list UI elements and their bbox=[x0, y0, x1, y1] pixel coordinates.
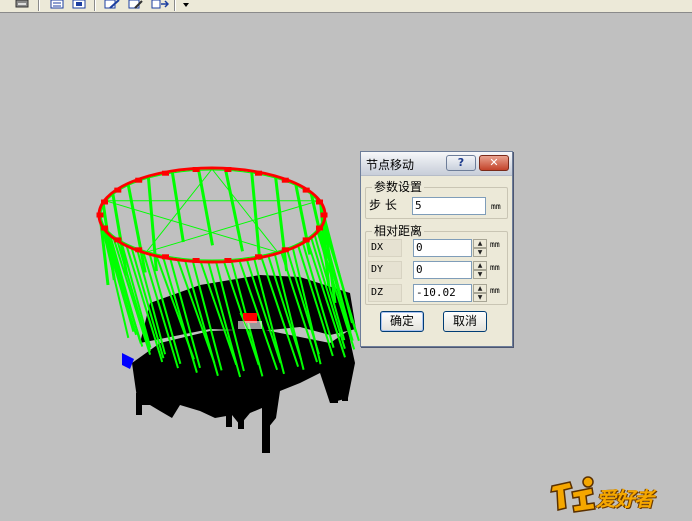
ring-node bbox=[135, 177, 143, 183]
move-node-icon[interactable] bbox=[151, 0, 169, 9]
wire-line bbox=[197, 169, 214, 246]
ring-node bbox=[101, 225, 108, 231]
dropdown-arrow-icon[interactable] bbox=[181, 0, 191, 9]
dy-spin-up-icon[interactable]: ▲ bbox=[473, 261, 487, 270]
ring-node bbox=[255, 254, 262, 260]
list-icon[interactable] bbox=[50, 0, 64, 9]
dx-spin-down-icon[interactable]: ▼ bbox=[473, 248, 487, 257]
ring-node bbox=[101, 199, 108, 205]
toolbar bbox=[0, 0, 692, 13]
3d-model-view[interactable] bbox=[0, 13, 692, 521]
ring-node bbox=[96, 212, 104, 218]
dy-spinner[interactable]: ▲ ▼ bbox=[473, 261, 487, 279]
ring-node bbox=[281, 177, 289, 183]
ring-node bbox=[162, 170, 169, 176]
ring-node bbox=[316, 199, 323, 205]
watermark-text: 爱好者 bbox=[596, 487, 654, 511]
ring-node bbox=[316, 225, 323, 231]
dx-spinner[interactable]: ▲ ▼ bbox=[473, 239, 487, 257]
node-move-dialog: 节点移动 ? ✕ 参数设置 步 长 5 mm 相对距离 DX 0 ▲ ▼ mm D… bbox=[360, 151, 513, 347]
model-base-solid bbox=[132, 275, 356, 453]
edit-pencil-icon[interactable] bbox=[104, 0, 120, 9]
param-settings-label: 参数设置 bbox=[372, 180, 425, 194]
brace-line bbox=[145, 168, 213, 253]
wood-worker-logo-icon bbox=[550, 476, 596, 513]
brace-line bbox=[105, 200, 278, 253]
ring-node bbox=[281, 247, 289, 253]
step-unit: mm bbox=[491, 202, 501, 211]
dz-spin-up-icon[interactable]: ▲ bbox=[473, 284, 487, 293]
dx-label: DX bbox=[368, 239, 402, 257]
help-button[interactable]: ? bbox=[446, 155, 476, 171]
node-marker-blue bbox=[122, 353, 134, 369]
ring-node bbox=[224, 258, 232, 263]
dialog-title: 节点移动 bbox=[366, 158, 415, 172]
ring-node bbox=[224, 167, 232, 172]
step-label: 步 长 bbox=[369, 198, 397, 212]
cancel-button[interactable]: 取消 bbox=[443, 311, 487, 332]
ring-node bbox=[302, 187, 310, 193]
document-edit-icon[interactable] bbox=[128, 0, 144, 9]
ring-node bbox=[302, 237, 310, 243]
page-icon[interactable] bbox=[72, 0, 86, 9]
dy-label: DY bbox=[368, 261, 402, 279]
ok-button[interactable]: 确定 bbox=[380, 311, 424, 332]
ring-node bbox=[320, 212, 328, 218]
dz-input[interactable]: -10.02 bbox=[413, 284, 472, 302]
ring-node bbox=[255, 170, 262, 176]
dy-spin-down-icon[interactable]: ▼ bbox=[473, 270, 487, 279]
brace-line bbox=[211, 168, 279, 253]
dx-spin-up-icon[interactable]: ▲ bbox=[473, 239, 487, 248]
dy-input[interactable]: 0 bbox=[413, 261, 472, 279]
dz-label: DZ bbox=[368, 284, 402, 302]
dz-spin-down-icon[interactable]: ▼ bbox=[473, 293, 487, 302]
ring-node bbox=[135, 247, 143, 253]
dialog-titlebar[interactable]: 节点移动 ? ✕ bbox=[361, 152, 512, 176]
ring-node bbox=[192, 167, 200, 172]
ring-node bbox=[162, 254, 169, 260]
dz-spinner[interactable]: ▲ ▼ bbox=[473, 284, 487, 302]
step-input[interactable]: 5 bbox=[412, 197, 486, 215]
print-icon[interactable] bbox=[14, 0, 30, 9]
dx-unit: mm bbox=[490, 240, 500, 249]
ring-node bbox=[114, 237, 122, 243]
3d-viewport[interactable] bbox=[0, 13, 692, 521]
wire-line bbox=[274, 176, 289, 272]
dy-unit: mm bbox=[490, 263, 500, 272]
dz-unit: mm bbox=[490, 286, 500, 295]
ring-node bbox=[114, 187, 122, 193]
dx-input[interactable]: 0 bbox=[413, 239, 472, 257]
relative-distance-label: 相对距离 bbox=[372, 224, 425, 238]
close-button[interactable]: ✕ bbox=[479, 155, 509, 171]
ring-node bbox=[192, 258, 200, 263]
watermark-logo: 爱好者 bbox=[548, 474, 676, 514]
